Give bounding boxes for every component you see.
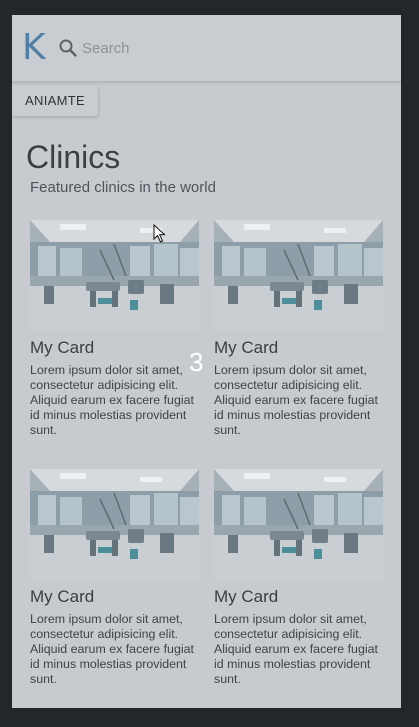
clinic-image xyxy=(214,469,383,580)
top-app-bar: K xyxy=(12,15,401,82)
page-number-overlay: 3 xyxy=(189,347,204,377)
clinic-image xyxy=(30,469,199,580)
search-input[interactable] xyxy=(82,38,302,58)
clinic-image xyxy=(30,220,199,331)
clinic-card[interactable]: My Card Lorem ipsum dolor sit amet, cons… xyxy=(214,469,384,687)
card-title: My Card xyxy=(30,587,95,606)
app-frame: K ANIAMTE Clinics Featured clinics in th… xyxy=(12,15,401,708)
search-icon[interactable] xyxy=(58,38,78,58)
card-title: My Card xyxy=(30,338,95,357)
clinic-image xyxy=(214,220,383,331)
animate-button[interactable]: ANIAMTE xyxy=(12,85,98,116)
page-title: Clinics xyxy=(26,139,121,175)
mouse-cursor-icon xyxy=(153,224,166,243)
clinic-card[interactable]: My Card Lorem ipsum dolor sit amet, cons… xyxy=(30,469,200,687)
card-title: My Card xyxy=(214,338,279,357)
card-text: Lorem ipsum dolor sit amet, consectetur … xyxy=(30,363,194,437)
page-subtitle: Featured clinics in the world xyxy=(30,179,216,196)
clinic-card[interactable]: My Card Lorem ipsum dolor sit amet, cons… xyxy=(30,220,200,438)
card-text: Lorem ipsum dolor sit amet, consectetur … xyxy=(214,612,378,686)
logo[interactable]: K xyxy=(22,29,46,67)
card-text: Lorem ipsum dolor sit amet, consectetur … xyxy=(214,363,378,437)
clinic-card[interactable]: My Card Lorem ipsum dolor sit amet, cons… xyxy=(214,220,384,438)
card-text: Lorem ipsum dolor sit amet, consectetur … xyxy=(30,612,194,686)
card-title: My Card xyxy=(214,587,279,606)
